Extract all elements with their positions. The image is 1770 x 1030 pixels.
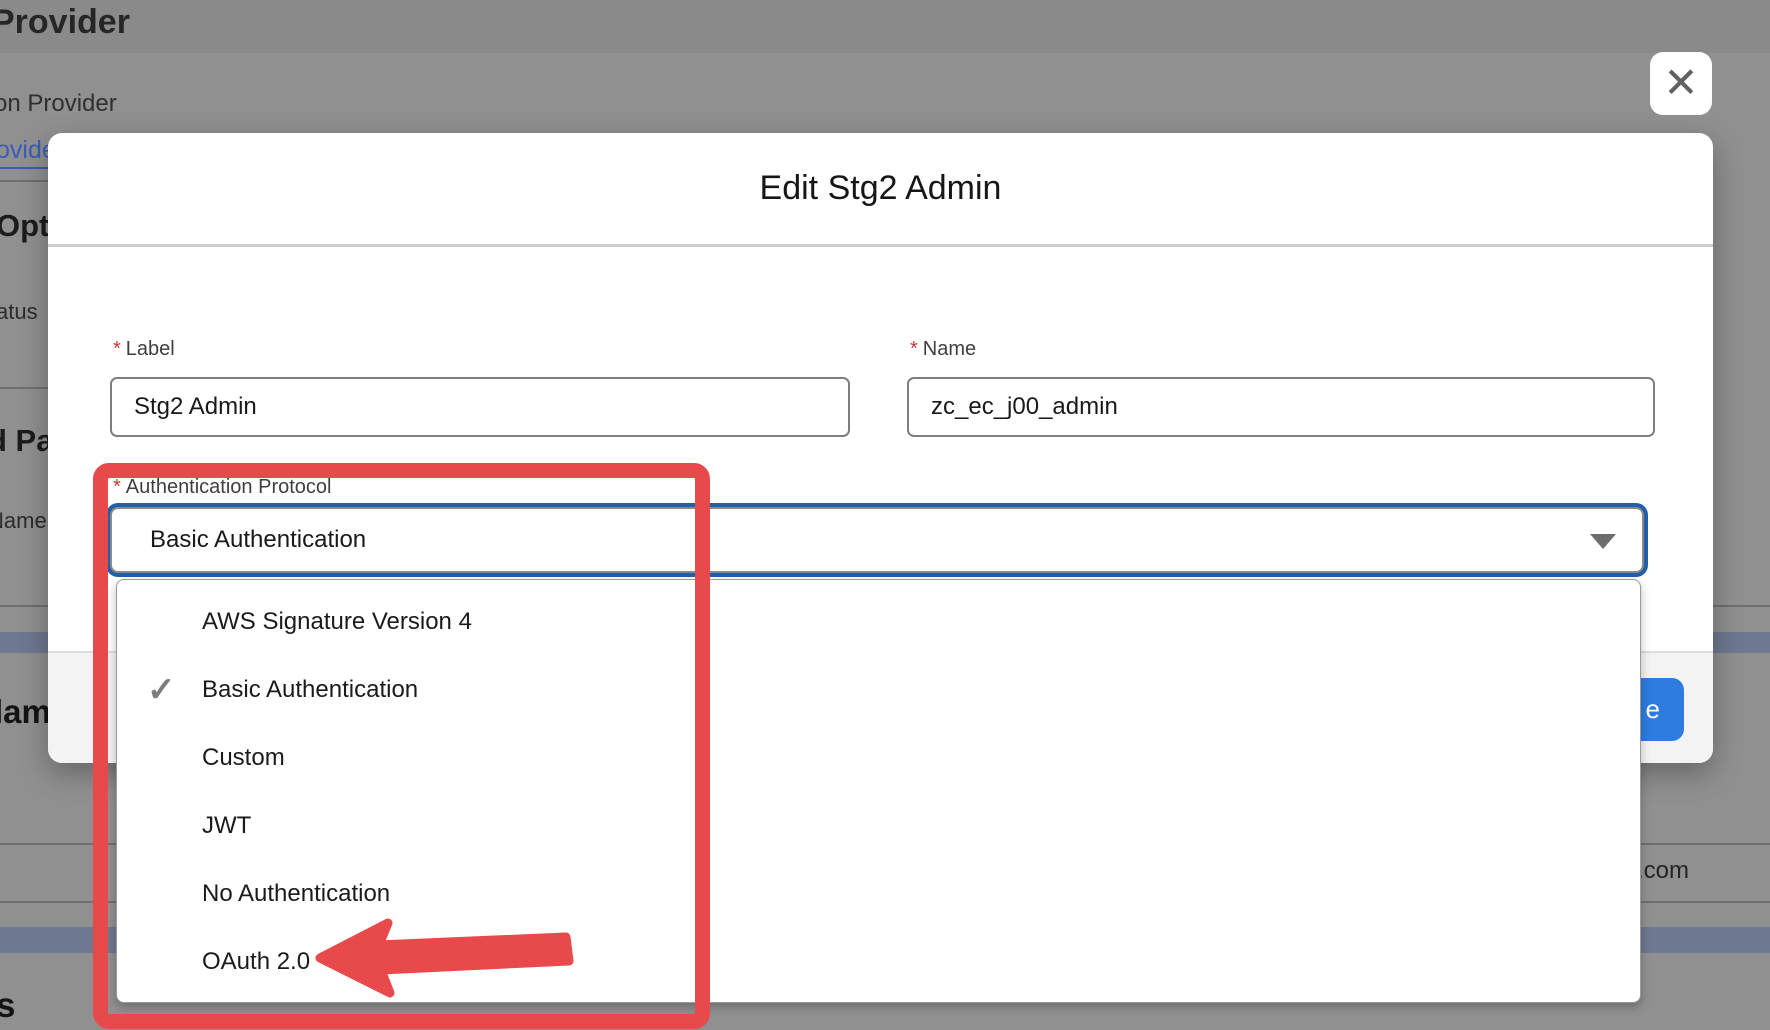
auth-protocol-combobox[interactable]: Basic Authentication	[110, 507, 1644, 573]
dropdown-option[interactable]: OAuth 2.0	[117, 928, 1640, 996]
checkmark-icon: ✓	[147, 656, 176, 724]
dropdown-option-label: AWS Signature Version 4	[202, 608, 472, 635]
backdrop-name-label: Name	[0, 508, 47, 534]
dropdown-option-label: Basic Authentication	[202, 676, 418, 703]
backdrop-table-title: lam	[0, 693, 51, 731]
backdrop-bottom-heading: s	[0, 986, 15, 1026]
dropdown-option-label: Custom	[202, 744, 285, 771]
dropdown-listbox: AWS Signature Version 4 ✓ Basic Authentica…	[116, 579, 1641, 1003]
backdrop-provider-label: on Provider	[0, 90, 117, 118]
modal-title: Edit Stg2 Admin	[760, 169, 1002, 208]
combobox-value: Basic Authentication	[150, 509, 366, 571]
close-icon: ✕	[1663, 62, 1698, 104]
auth-protocol-label: *Authentication Protocol	[113, 476, 331, 499]
backdrop-params-heading: d Pa	[0, 423, 53, 459]
backdrop-url-text: .com	[1637, 857, 1689, 885]
chevron-down-icon	[1590, 534, 1616, 549]
required-asterisk: *	[113, 476, 121, 498]
label-input[interactable]	[110, 377, 850, 437]
dropdown-option[interactable]: No Authentication	[117, 860, 1640, 928]
name-field-label: *Name	[910, 338, 976, 361]
backdrop-header-band	[0, 0, 1770, 53]
dropdown-option[interactable]: JWT	[117, 792, 1640, 860]
close-button[interactable]: ✕	[1650, 52, 1712, 115]
required-asterisk: *	[113, 338, 121, 360]
modal-header: Edit Stg2 Admin	[48, 133, 1713, 247]
name-input[interactable]	[907, 377, 1655, 437]
required-asterisk: *	[910, 338, 918, 360]
label-field-label: *Label	[113, 338, 175, 361]
dropdown-option[interactable]: Custom	[117, 724, 1640, 792]
dropdown-option-label: No Authentication	[202, 880, 390, 907]
backdrop-status-label: atus	[0, 299, 38, 325]
dropdown-option-label: JWT	[202, 812, 251, 839]
dropdown-option[interactable]: AWS Signature Version 4	[117, 588, 1640, 656]
backdrop-page-title: Provider	[0, 3, 130, 42]
dropdown-option[interactable]: ✓ Basic Authentication	[117, 656, 1640, 724]
dropdown-option-label: OAuth 2.0	[202, 948, 310, 975]
